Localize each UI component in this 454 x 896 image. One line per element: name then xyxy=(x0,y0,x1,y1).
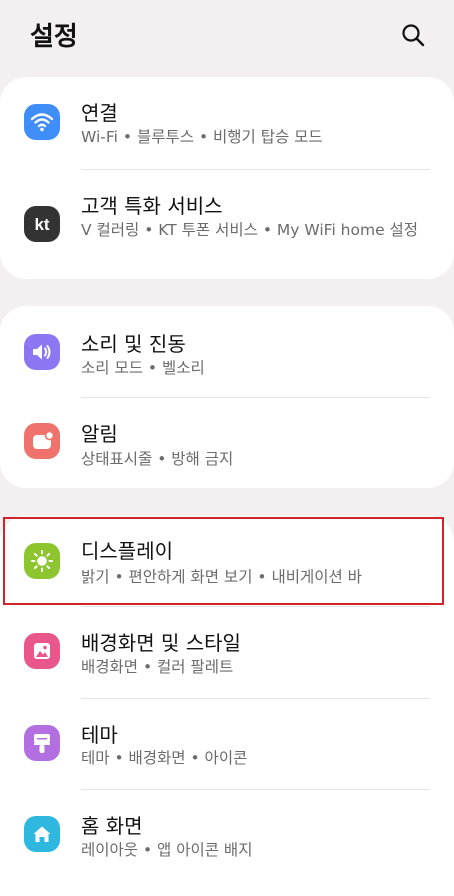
settings-item-display[interactable]: 디스플레이 밝기 • 편안하게 화면 보기 • 내비게이션 바 xyxy=(0,517,454,605)
settings-item-subtitle: 밝기 • 편안하게 화면 보기 • 내비게이션 바 xyxy=(81,568,362,586)
theme-brush-icon xyxy=(24,725,60,761)
settings-item-title: 고객 특화 서비스 xyxy=(81,194,223,218)
page-title: 설정 xyxy=(30,22,78,52)
settings-item-subtitle: 소리 모드 • 벨소리 xyxy=(81,359,205,377)
sun-icon xyxy=(24,543,60,579)
wallpaper-icon xyxy=(24,633,60,669)
search-icon xyxy=(402,24,425,47)
settings-item-subtitle: Wi-Fi • 블루투스 • 비행기 탑승 모드 xyxy=(81,128,323,146)
settings-item-themes[interactable]: 테마 테마 • 배경화면 • 아이콘 xyxy=(0,699,454,789)
kt-logo-icon: kt xyxy=(24,206,60,242)
settings-item-title: 알림 xyxy=(81,422,118,446)
settings-item-title: 홈 화면 xyxy=(81,814,143,838)
settings-item-subtitle: 배경화면 • 컬러 팔레트 xyxy=(81,658,234,676)
header: 설정 xyxy=(0,0,454,72)
settings-item-subtitle: 레이아웃 • 앱 아이콘 배지 xyxy=(81,841,253,859)
speaker-icon xyxy=(24,334,60,370)
settings-item-title: 테마 xyxy=(81,723,118,747)
settings-item-customer-services[interactable]: kt 고객 특화 서비스 V 컬러링 • KT 투폰 서비스 • My WiFi… xyxy=(0,170,454,279)
settings-item-home-screen[interactable]: 홈 화면 레이아웃 • 앱 아이콘 배지 xyxy=(0,790,454,890)
home-icon xyxy=(24,816,60,852)
settings-item-subtitle: 테마 • 배경화면 • 아이콘 xyxy=(81,749,248,767)
wifi-icon xyxy=(24,104,60,140)
settings-item-wallpaper[interactable]: 배경화면 및 스타일 배경화면 • 컬러 팔레트 xyxy=(0,607,454,698)
settings-item-notifications[interactable]: 알림 상태표시줄 • 방해 금지 xyxy=(0,398,454,488)
search-button[interactable] xyxy=(398,20,428,50)
settings-item-title: 연결 xyxy=(81,101,118,125)
settings-item-sound[interactable]: 소리 및 진동 소리 모드 • 벨소리 xyxy=(0,306,454,397)
settings-item-subtitle: V 컬러링 • KT 투폰 서비스 • My WiFi home 설정 xyxy=(81,221,419,239)
settings-item-title: 디스플레이 xyxy=(81,539,173,563)
svg-text:kt: kt xyxy=(34,215,49,234)
notification-icon xyxy=(24,423,60,459)
settings-item-connections[interactable]: 연결 Wi-Fi • 블루투스 • 비행기 탑승 모드 xyxy=(0,77,454,169)
settings-item-subtitle: 상태표시줄 • 방해 금지 xyxy=(81,450,234,468)
settings-item-title: 소리 및 진동 xyxy=(81,332,186,356)
settings-item-title: 배경화면 및 스타일 xyxy=(81,631,241,655)
